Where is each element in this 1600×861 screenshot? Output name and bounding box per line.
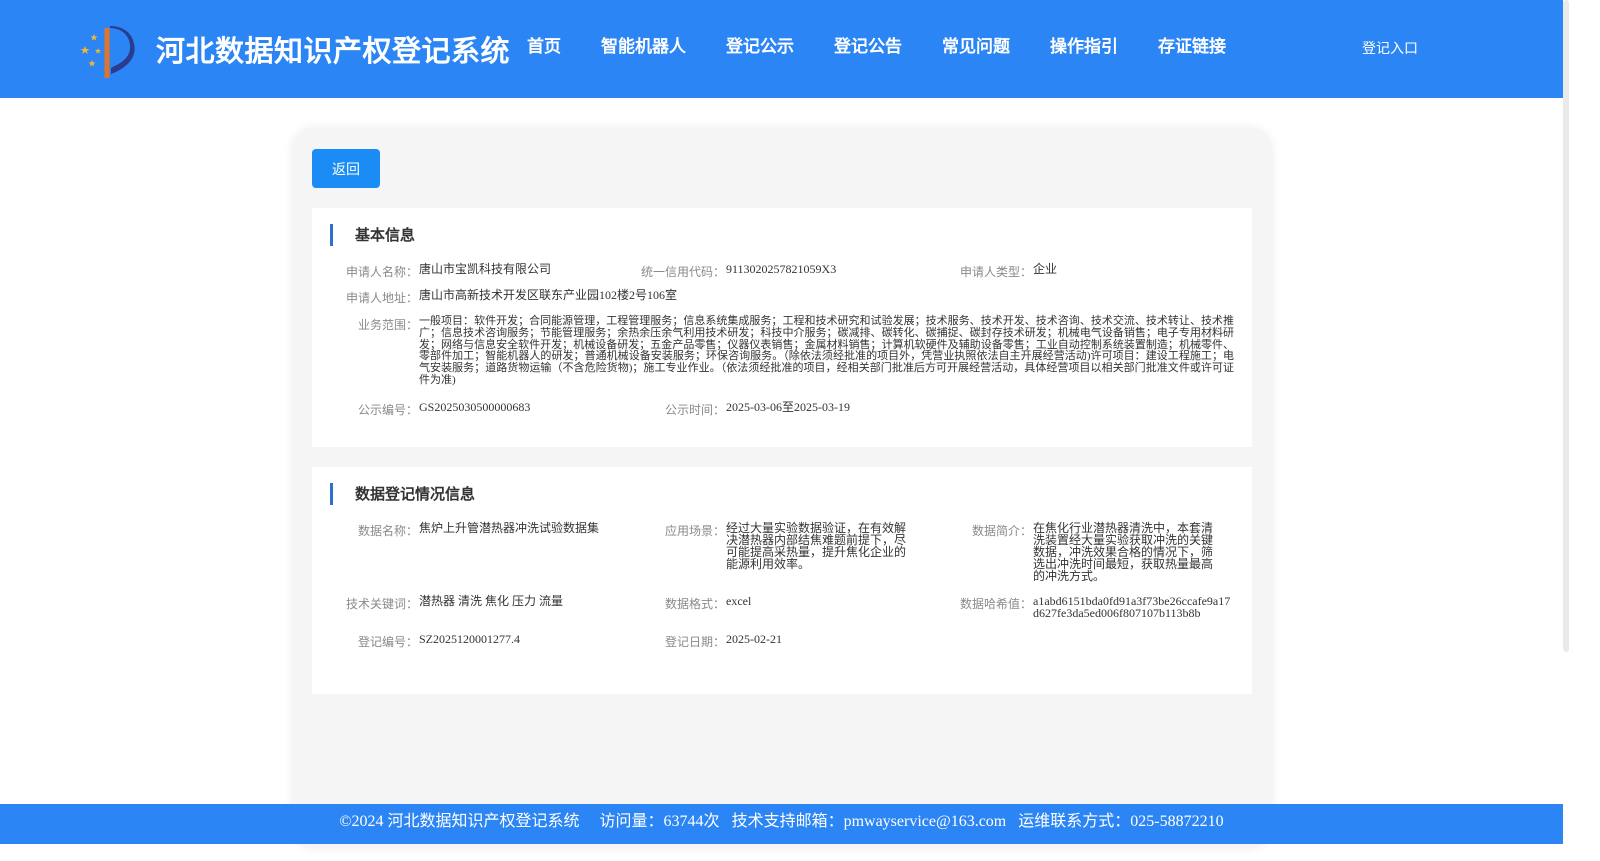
footer-ops-phone: 运维联系方式：025-58872210 — [1018, 813, 1224, 830]
nav-home[interactable]: 首页 — [507, 34, 581, 60]
data-intro-label: 数据简介： — [971, 524, 1032, 538]
footer-copyright: ©2024 河北数据知识产权登记系统 — [339, 813, 580, 830]
data-hash-label: 数据哈希值： — [959, 597, 1032, 611]
nav-evidence-link[interactable]: 存证链接 — [1138, 34, 1246, 60]
applicant-type-label: 申请人类型： — [959, 265, 1032, 279]
applicant-name-label: 申请人名称： — [345, 265, 418, 279]
login-link[interactable]: 登记入口 — [1362, 38, 1418, 58]
data-name-label: 数据名称： — [357, 524, 418, 538]
section-title-data-registration: 数据登记情况信息 — [330, 483, 475, 505]
footer-support-email: 技术支持邮箱：pmwayservice@163.com — [731, 813, 1007, 830]
scenario-label: 应用场景： — [664, 524, 725, 538]
basic-info-card: 基本信息 申请人名称： 唐山市宝凯科技有限公司 统一信用代码： 91130202… — [312, 208, 1252, 447]
keywords-label: 技术关键词： — [345, 597, 418, 611]
credit-code-value: 9113020257821059X3 — [726, 262, 837, 276]
credit-code-label: 统一信用代码： — [640, 265, 725, 279]
site-title: 河北数据知识产权登记系统 — [156, 34, 511, 68]
applicant-type-value: 企业 — [1033, 262, 1058, 276]
page-footer: ©2024 河北数据知识产权登记系统 访问量：63744次 技术支持邮箱：pmwa… — [0, 804, 1563, 844]
notice-number-value: GS2025030500000683 — [419, 400, 531, 414]
top-header: 河北数据知识产权登记系统 首页 智能机器人 登记公示 登记公告 常见问题 操作指… — [0, 0, 1563, 98]
data-registration-card: 数据登记情况信息 数据名称： 焦炉上升管潜热器冲洗试验数据集 应用场景： 经过大… — [312, 467, 1252, 694]
registration-number-value: SZ2025120001277.4 — [419, 632, 521, 646]
business-scope-value: 一般项目：软件开发；合同能源管理，工程管理服务；信息系统集成服务；工程和技术研究… — [419, 315, 1234, 386]
address-label: 申请人地址： — [345, 291, 418, 305]
scrollbar-thumb[interactable] — [1563, 0, 1569, 652]
registration-number-label: 登记编号： — [357, 635, 418, 649]
back-button[interactable]: 返回 — [312, 149, 380, 188]
data-hash-value: a1abd6151bda0fd91a3f73be26ccafe9a17d627f… — [1033, 594, 1231, 620]
keywords-value: 潜热器 清洗 焦化 压力 流量 — [419, 594, 564, 608]
section-title-basic-info: 基本信息 — [330, 224, 415, 246]
applicant-name-value: 唐山市宝凯科技有限公司 — [419, 262, 552, 276]
nav-registration-publicity[interactable]: 登记公示 — [706, 34, 814, 60]
notice-number-label: 公示编号： — [357, 403, 418, 417]
data-name-value: 焦炉上升管潜热器冲洗试验数据集 — [419, 521, 600, 535]
nav-smart-robot[interactable]: 智能机器人 — [581, 34, 706, 60]
notice-time-value: 2025-03-06至2025-03-19 — [726, 400, 850, 414]
nav-operation-guide[interactable]: 操作指引 — [1030, 34, 1138, 60]
footer-visit-count: 访问量：63744次 — [599, 813, 720, 830]
nav-faq[interactable]: 常见问题 — [922, 34, 1030, 60]
data-format-value: excel — [726, 594, 752, 608]
scenario-value: 经过大量实验数据验证，在有效解决潜热器内部结焦难题前提下，尽可能提高采热量，提升… — [726, 521, 907, 571]
business-scope-label: 业务范围： — [357, 318, 418, 332]
data-intro-value: 在焦化行业潜热器清洗中，本套清洗装置经大量实验获取冲洗的关键数据，冲洗效果合格的… — [1033, 521, 1214, 583]
address-value: 唐山市高新技术开发区联东产业园102楼2号106室 — [419, 288, 678, 302]
data-format-label: 数据格式： — [664, 597, 725, 611]
nav-registration-announcement[interactable]: 登记公告 — [814, 34, 922, 60]
registration-date-label: 登记日期： — [664, 635, 725, 649]
system-logo-icon — [80, 26, 135, 78]
main-nav: 首页 智能机器人 登记公示 登记公告 常见问题 操作指引 存证链接 — [507, 34, 1246, 60]
registration-date-value: 2025-02-21 — [726, 632, 782, 646]
notice-time-label: 公示时间： — [664, 403, 725, 417]
